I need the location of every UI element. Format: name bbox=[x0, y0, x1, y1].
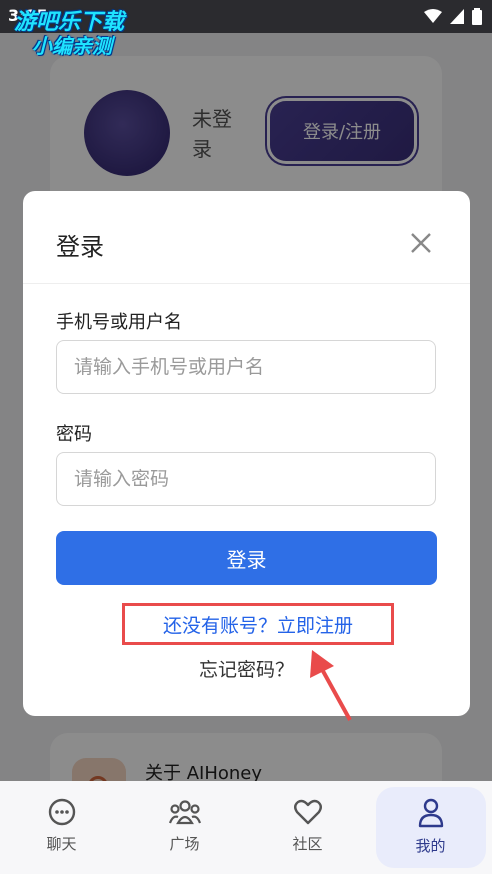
password-field-label: 密码 bbox=[56, 424, 92, 445]
username-input[interactable] bbox=[56, 340, 436, 394]
nav-label-square: 广场 bbox=[169, 835, 200, 853]
close-icon[interactable] bbox=[409, 231, 433, 255]
watermark-logo: 游吧乐下载 小编亲测 bbox=[14, 10, 124, 58]
watermark-line2: 小编亲测 bbox=[32, 34, 112, 59]
bottom-nav: 聊天 广场 社区 我的 bbox=[0, 781, 492, 874]
login-modal: 登录 手机号或用户名 密码 登录 还没有账号？立即注册 忘记密码？ bbox=[23, 191, 470, 716]
login-submit-button[interactable]: 登录 bbox=[56, 531, 437, 585]
nav-label-mine: 我的 bbox=[415, 837, 446, 855]
signal-icon bbox=[450, 9, 464, 24]
forgot-password-link[interactable]: 忘记密码？ bbox=[23, 655, 470, 682]
battery-icon bbox=[472, 8, 482, 25]
nav-item-chat[interactable]: 聊天 bbox=[7, 781, 117, 874]
chat-icon bbox=[48, 798, 75, 826]
nav-item-mine[interactable]: 我的 bbox=[375, 787, 486, 868]
username-field-label: 手机号或用户名 bbox=[56, 312, 182, 333]
heart-icon bbox=[293, 799, 322, 825]
nav-label-community: 社区 bbox=[292, 835, 323, 853]
nav-item-square[interactable]: 广场 bbox=[130, 781, 240, 874]
register-link[interactable]: 还没有账号？立即注册 bbox=[163, 611, 353, 638]
password-input[interactable] bbox=[56, 452, 436, 506]
modal-divider bbox=[23, 283, 470, 284]
annotation-arrow-icon bbox=[310, 650, 352, 721]
nav-label-chat: 聊天 bbox=[46, 835, 77, 853]
watermark-line1: 游吧乐下载 bbox=[14, 10, 125, 35]
people-icon bbox=[168, 800, 201, 825]
person-icon bbox=[418, 798, 443, 828]
status-icons bbox=[424, 8, 482, 25]
wifi-icon bbox=[424, 9, 442, 23]
nav-item-community[interactable]: 社区 bbox=[253, 781, 363, 874]
modal-title: 登录 bbox=[56, 233, 104, 261]
register-highlight-box: 还没有账号？立即注册 bbox=[122, 603, 394, 645]
